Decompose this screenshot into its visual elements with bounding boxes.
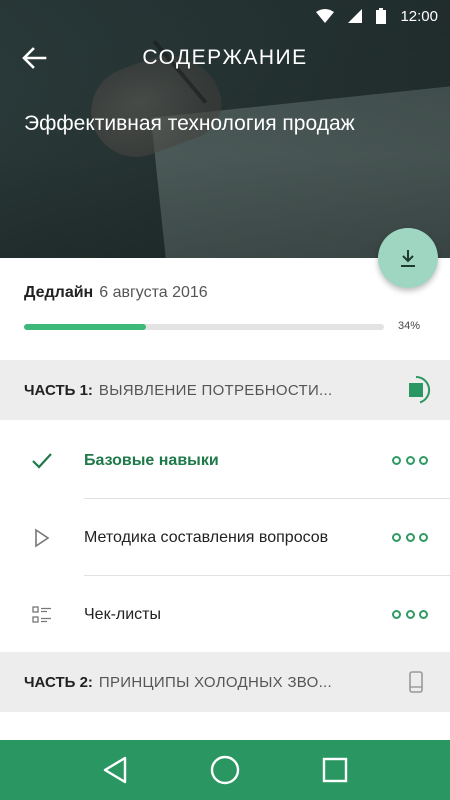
clock: 12:00 bbox=[400, 7, 438, 25]
back-triangle-icon bbox=[103, 756, 127, 784]
more-dots-icon[interactable] bbox=[392, 605, 428, 625]
page-title: СОДЕРЖАНИЕ bbox=[142, 46, 308, 69]
status-bar: 12:00 bbox=[0, 0, 450, 32]
check-icon bbox=[28, 447, 56, 475]
more-dots-icon[interactable] bbox=[392, 528, 428, 548]
recents-square-icon bbox=[322, 757, 348, 783]
more-dots-icon[interactable] bbox=[392, 451, 428, 471]
toolbar: СОДЕРЖАНИЕ bbox=[0, 32, 450, 84]
section-part-label: ЧАСТЬ 2: bbox=[24, 673, 93, 691]
home-circle-icon bbox=[210, 755, 240, 785]
section-part-label: ЧАСТЬ 1: bbox=[24, 381, 93, 399]
nav-home-button[interactable] bbox=[205, 750, 245, 790]
section-part-1[interactable]: ЧАСТЬ 1: ВЫЯВЛЕНИЕ ПОТРЕБНОСТИ... bbox=[0, 360, 450, 420]
wifi-icon bbox=[316, 9, 335, 23]
lesson-item[interactable]: Методика составления вопросов bbox=[0, 499, 450, 576]
nav-back-button[interactable] bbox=[95, 750, 135, 790]
lesson-title: Базовые навыки bbox=[84, 451, 219, 469]
phone-device-icon bbox=[400, 666, 432, 698]
progress-fill bbox=[24, 324, 147, 330]
nav-recents-button[interactable] bbox=[315, 750, 355, 790]
lesson-title: Методика составления вопросов bbox=[84, 528, 329, 546]
back-button[interactable] bbox=[14, 42, 54, 74]
system-navbar bbox=[0, 740, 450, 800]
lesson-title: Чек-листы bbox=[84, 605, 161, 623]
play-icon bbox=[28, 524, 56, 552]
progress-bar bbox=[24, 324, 384, 330]
section-name: ВЫЯВЛЕНИЕ ПОТРЕБНОСТИ... bbox=[98, 381, 333, 399]
lesson-item[interactable]: Чек-листы bbox=[0, 576, 450, 653]
progress-percent: 34% bbox=[398, 320, 421, 332]
arrow-left-icon bbox=[22, 47, 47, 69]
lesson-item[interactable]: Базовые навыки bbox=[0, 422, 450, 499]
checklist-icon bbox=[28, 601, 56, 629]
deadline: Дедлайн 6 августа 2016 bbox=[24, 284, 208, 302]
deadline-label: Дедлайн bbox=[24, 284, 94, 301]
deadline-date: 6 августа 2016 bbox=[99, 284, 208, 301]
downloading-stop-icon[interactable] bbox=[400, 374, 432, 406]
course-title: Эффективная технология продаж bbox=[24, 112, 355, 135]
download-button[interactable] bbox=[378, 228, 438, 288]
signal-icon bbox=[348, 9, 363, 23]
section-name: ПРИНЦИПЫ ХОЛОДНЫХ ЗВО... bbox=[98, 673, 332, 691]
download-icon bbox=[401, 250, 415, 267]
section-part-2[interactable]: ЧАСТЬ 2: ПРИНЦИПЫ ХОЛОДНЫХ ЗВО... bbox=[0, 652, 450, 712]
battery-icon bbox=[376, 8, 387, 24]
